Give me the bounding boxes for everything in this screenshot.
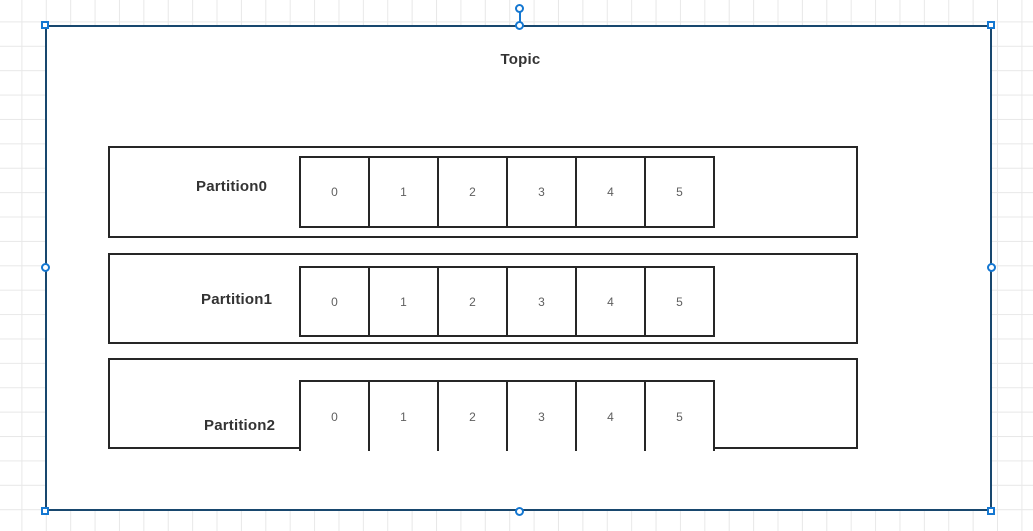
handle-bottom-left[interactable]	[41, 507, 49, 515]
offset-cell[interactable]: 0	[301, 382, 370, 451]
partition-row[interactable]: Partition2 0 1 2 3 4 5	[108, 358, 858, 451]
handle-top-left[interactable]	[41, 21, 49, 29]
offset-cell[interactable]: 0	[301, 158, 370, 226]
diagram-canvas[interactable]: Topic Partition0 0 1 2 3 4 5 Partition1 …	[0, 0, 1033, 531]
offset-grid: 0 1 2 3 4 5	[299, 380, 715, 451]
offset-cell[interactable]: 0	[301, 268, 370, 335]
offset-cell[interactable]: 3	[508, 158, 577, 226]
offset-grid: 0 1 2 3 4 5	[299, 266, 715, 337]
offset-cell[interactable]: 4	[577, 268, 646, 335]
handle-top-center[interactable]	[515, 21, 524, 30]
partition-row[interactable]: Partition0 0 1 2 3 4 5	[108, 146, 858, 238]
offset-cell[interactable]: 5	[646, 268, 715, 335]
handle-middle-left[interactable]	[41, 263, 50, 272]
partition-row[interactable]: Partition1 0 1 2 3 4 5	[108, 253, 858, 344]
partition-label: Partition1	[201, 291, 273, 308]
offset-cell[interactable]: 2	[439, 382, 508, 451]
rotate-handle[interactable]	[515, 4, 524, 13]
offset-grid: 0 1 2 3 4 5	[299, 156, 715, 228]
page-title: Topic	[500, 51, 541, 68]
offset-cell[interactable]: 1	[370, 268, 439, 335]
offset-cell[interactable]: 4	[577, 382, 646, 451]
offset-cell[interactable]: 3	[508, 268, 577, 335]
offset-cell[interactable]: 5	[646, 158, 715, 226]
topic-shape[interactable]: Topic Partition0 0 1 2 3 4 5 Partition1 …	[45, 25, 992, 511]
offset-cell[interactable]: 2	[439, 158, 508, 226]
offset-cell[interactable]: 2	[439, 268, 508, 335]
offset-cell[interactable]: 5	[646, 382, 715, 451]
partition-label: Partition0	[196, 178, 268, 195]
handle-bottom-center[interactable]	[515, 507, 524, 516]
handle-bottom-right[interactable]	[987, 507, 995, 515]
offset-cell[interactable]: 1	[370, 158, 439, 226]
offset-cell[interactable]: 3	[508, 382, 577, 451]
handle-middle-right[interactable]	[987, 263, 996, 272]
offset-cell[interactable]: 4	[577, 158, 646, 226]
handle-top-right[interactable]	[987, 21, 995, 29]
offset-cell[interactable]: 1	[370, 382, 439, 451]
partition-label: Partition2	[204, 417, 276, 434]
